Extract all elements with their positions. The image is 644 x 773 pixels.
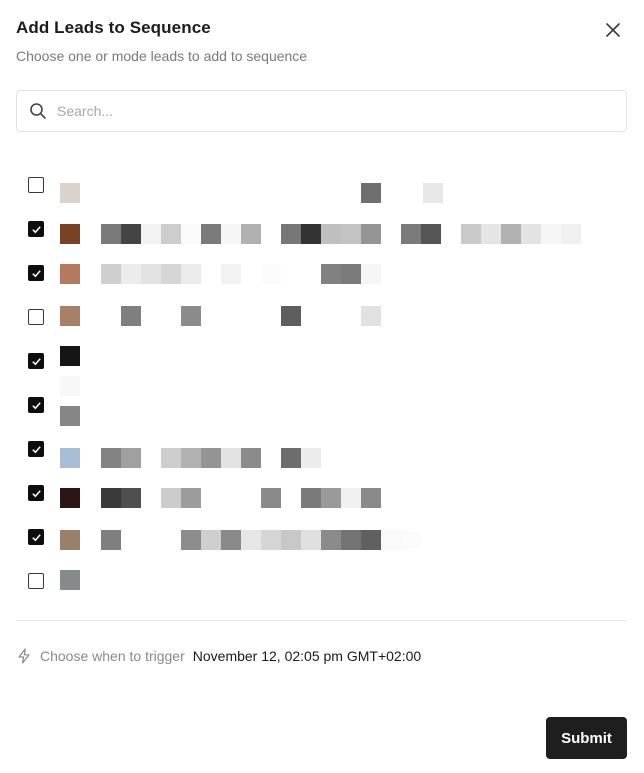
- lead-name-redacted: [101, 530, 421, 550]
- lead-row[interactable]: [16, 484, 627, 508]
- lead-row[interactable]: [16, 528, 627, 552]
- lead-checkbox[interactable]: [28, 485, 44, 501]
- lead-name-redacted: [101, 448, 321, 468]
- lead-checkbox[interactable]: [28, 309, 44, 325]
- lead-checkbox[interactable]: [28, 441, 44, 457]
- submit-button[interactable]: Submit: [546, 717, 627, 759]
- lead-row[interactable]: [16, 570, 627, 596]
- lead-avatar: [60, 488, 80, 508]
- lead-checkbox[interactable]: [28, 265, 44, 281]
- lead-avatar: [60, 346, 80, 366]
- lead-checkbox[interactable]: [28, 397, 44, 413]
- lead-avatar: [60, 570, 80, 590]
- search-input[interactable]: [57, 103, 597, 119]
- close-icon: [606, 23, 620, 37]
- lead-checkbox[interactable]: [28, 221, 44, 237]
- lead-checkbox[interactable]: [28, 353, 44, 369]
- lead-checkbox[interactable]: [28, 573, 44, 589]
- lead-avatar: [60, 264, 80, 284]
- lead-row[interactable]: [16, 176, 627, 203]
- lead-name-redacted: [101, 183, 443, 203]
- lead-name-redacted: [101, 306, 381, 326]
- lead-row[interactable]: [16, 264, 627, 288]
- lead-avatar: [60, 183, 80, 203]
- modal-title: Add Leads to Sequence: [16, 18, 211, 37]
- search-box: [16, 90, 627, 132]
- lead-avatar: [60, 224, 80, 244]
- trigger-datetime[interactable]: November 12, 02:05 pm GMT+02:00: [193, 648, 421, 664]
- lead-row[interactable]: [16, 306, 627, 332]
- lead-avatar-shadow: [60, 376, 80, 396]
- lead-avatar: [60, 448, 80, 468]
- lead-name-redacted: [101, 224, 581, 244]
- lead-name-redacted: [101, 264, 381, 284]
- lead-name-redacted: [101, 488, 381, 508]
- lead-avatar: [60, 306, 80, 326]
- lightning-icon: [16, 647, 32, 665]
- lead-checkbox[interactable]: [28, 177, 44, 193]
- add-leads-modal: Add Leads to Sequence Choose one or mode…: [0, 0, 644, 773]
- modal-subtitle: Choose one or mode leads to add to seque…: [16, 48, 308, 64]
- trigger-label: Choose when to trigger: [40, 648, 185, 664]
- lead-checkbox[interactable]: [28, 529, 44, 545]
- lead-row[interactable]: [16, 440, 627, 468]
- lead-avatar: [60, 406, 80, 426]
- lead-row[interactable]: [16, 220, 627, 244]
- lead-row[interactable]: [16, 376, 627, 426]
- lead-row[interactable]: [16, 346, 627, 376]
- trigger-row[interactable]: Choose when to trigger November 12, 02:0…: [16, 647, 421, 665]
- divider: [16, 620, 627, 621]
- close-button[interactable]: [600, 17, 626, 43]
- lead-avatar: [60, 530, 80, 550]
- search-icon: [28, 101, 48, 121]
